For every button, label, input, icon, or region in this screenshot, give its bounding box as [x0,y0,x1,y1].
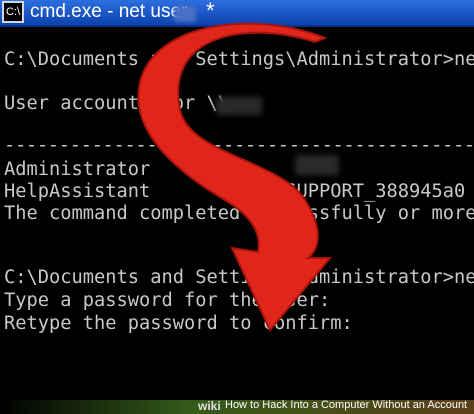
console-divider: ----------------------------------------… [4,135,474,156]
console-line: Type a password for the user: [4,290,331,311]
window-title: cmd.exe - net user [30,1,188,22]
blurred-account-name [295,155,339,175]
watermark-caption: How to Hack Into a Computer Without an A… [225,399,468,411]
console-line: C:\Documents and Settings\Administrator>… [4,267,474,288]
console-line: Administrator [4,159,151,180]
blurred-username [174,6,196,22]
blurred-computer-name [216,97,262,115]
console-line: C:\Documents and Settings\Administrator>… [4,49,474,70]
title-bar[interactable]: C:\ cmd.exe - net user * [0,0,474,27]
console-line: The command completed successfully or mo… [4,203,474,224]
cmd-icon: C:\ [2,1,24,23]
console-line: Retype the password to confirm: [4,313,353,334]
console-line: User accounts for \\ [4,93,230,114]
wiki-logo: wiki [198,399,221,413]
console-line: HelpAssistant SUPPORT_388945a0 [4,181,466,202]
console-output[interactable]: C:\Documents and Settings\Administrator>… [0,27,474,407]
title-suffix: * [206,0,215,23]
